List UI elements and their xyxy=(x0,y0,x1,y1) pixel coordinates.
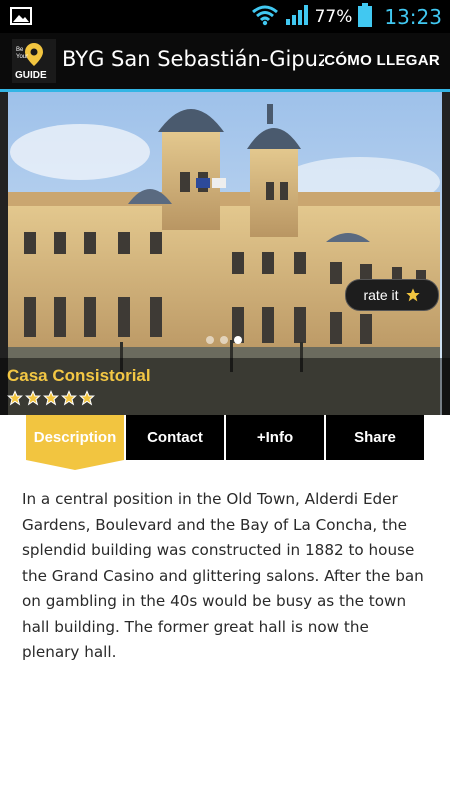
active-tab-pointer xyxy=(26,460,124,470)
signal-icon xyxy=(285,4,309,30)
tab-share[interactable]: Share xyxy=(326,415,424,460)
carousel-indicator xyxy=(206,336,242,344)
tab-more-info[interactable]: +Info xyxy=(226,415,324,460)
hero-image-carousel[interactable]: Casa Consistorial xyxy=(0,92,450,415)
star-icon xyxy=(43,390,59,406)
clock: 13:23 xyxy=(384,4,442,29)
star-icon xyxy=(79,390,95,406)
carousel-dot-active[interactable] xyxy=(234,336,242,344)
carousel-dot[interactable] xyxy=(220,336,228,344)
rate-it-button[interactable]: rate it xyxy=(345,279,439,311)
rate-it-label: rate it xyxy=(363,287,399,303)
star-rating xyxy=(7,390,95,406)
wifi-icon xyxy=(251,4,279,30)
app-title: BYG San Sebastián-Gipuzkoa xyxy=(62,47,324,71)
battery-percent: 77% xyxy=(314,6,353,27)
battery-icon xyxy=(358,2,373,31)
detail-tabs: Description Contact +Info Share xyxy=(26,415,425,460)
star-icon xyxy=(7,390,23,406)
place-name: Casa Consistorial xyxy=(7,366,151,385)
description-text: In a central position in the Old Town, A… xyxy=(22,490,424,661)
app-bar: Be Your GUIDE BYG San Sebastián-Gipuzkoa… xyxy=(0,33,450,89)
star-icon xyxy=(25,390,41,406)
app-logo[interactable]: Be Your GUIDE xyxy=(12,39,56,83)
place-caption: Casa Consistorial xyxy=(0,358,450,415)
status-bar: 77% 13:23 xyxy=(0,0,450,33)
star-icon xyxy=(405,288,420,302)
tab-contact[interactable]: Contact xyxy=(126,415,224,460)
image-icon xyxy=(10,7,32,25)
star-icon xyxy=(61,390,77,406)
svg-text:GUIDE: GUIDE xyxy=(15,70,47,81)
tab-description[interactable]: Description xyxy=(26,415,124,460)
carousel-dot[interactable] xyxy=(206,336,214,344)
how-to-get-there-button[interactable]: CÓMO LLEGAR xyxy=(324,52,440,69)
svg-text:Be: Be xyxy=(16,47,24,53)
svg-text:Your: Your xyxy=(16,54,28,60)
